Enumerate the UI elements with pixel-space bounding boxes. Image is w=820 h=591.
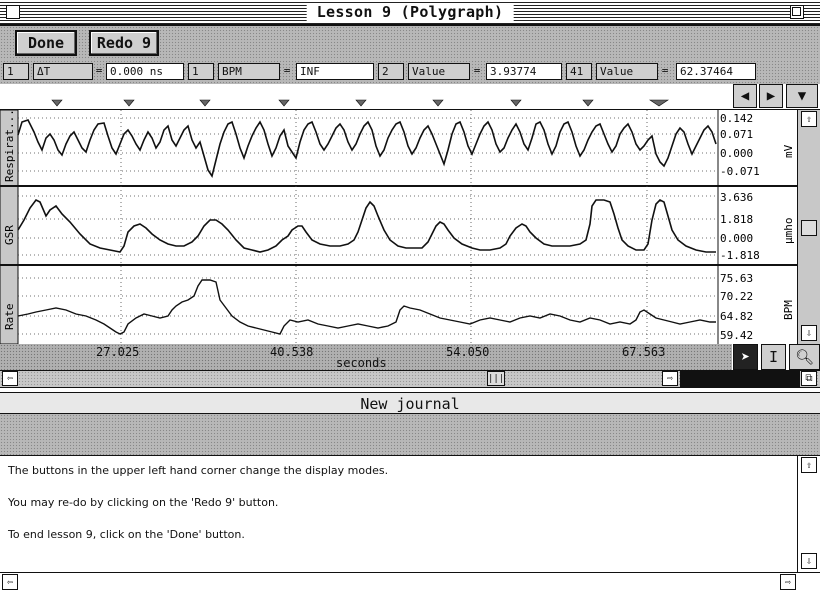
- title-bar[interactable]: Lesson 9 (Polygraph): [0, 0, 820, 26]
- channel-label-gsr: GSR: [3, 225, 16, 245]
- measurement-channel-4[interactable]: 41: [566, 63, 592, 80]
- measurement-channel-3[interactable]: 2: [378, 63, 404, 80]
- tick-rate-0: 75.63: [720, 272, 753, 285]
- journal-vertical-scrollbar[interactable]: ⇧ ⇩: [797, 456, 820, 572]
- done-button[interactable]: Done: [15, 30, 77, 56]
- respiration-trace: [17, 119, 717, 178]
- scroll-left-icon[interactable]: ⇦: [2, 574, 18, 590]
- channel-label-respiration: Respirat...: [3, 110, 16, 182]
- measurement-channel-1[interactable]: 1: [3, 63, 29, 80]
- i-beam-icon[interactable]: I: [761, 344, 786, 370]
- event-markers[interactable]: [0, 84, 730, 110]
- dark-panel: [680, 371, 800, 387]
- measurement-value-1: 0.000 ns: [106, 63, 184, 80]
- unit-rate: BPM: [782, 300, 795, 320]
- equals-sign: =: [473, 64, 481, 77]
- tick-rate-3: 59.42: [720, 329, 753, 342]
- journal-line-3: To end lesson 9, click on the 'Done' but…: [8, 528, 245, 541]
- tick-rate-2: 64.82: [720, 310, 753, 323]
- tick-gsr-0: 3.636: [720, 191, 753, 204]
- equals-sign: =: [661, 64, 669, 77]
- scroll-thumb[interactable]: |||: [487, 371, 505, 386]
- tick-resp-1: 0.071: [720, 128, 753, 141]
- x-tick-2: 54.050: [446, 345, 490, 359]
- journal-title: New journal: [0, 392, 820, 414]
- tick-resp-2: 0.000: [720, 147, 753, 160]
- tick-rate-1: 70.22: [720, 290, 753, 303]
- measurement-type-3[interactable]: Value: [408, 63, 470, 80]
- close-box-icon[interactable]: [6, 5, 20, 19]
- measurement-type-4[interactable]: Value: [596, 63, 658, 80]
- scroll-right-icon[interactable]: ⇨: [662, 371, 678, 386]
- gsr-trace: [17, 198, 716, 253]
- scroll-down-icon[interactable]: ⇩: [801, 325, 817, 341]
- x-tick-3: 67.563: [622, 345, 666, 359]
- tick-resp-3: -0.071: [720, 165, 760, 178]
- equals-sign: =: [95, 64, 103, 77]
- journal-horizontal-scrollbar[interactable]: ⇦ ⇨: [0, 572, 820, 591]
- tick-gsr-2: 0.000: [720, 232, 753, 245]
- measurement-type-1[interactable]: ΔT: [33, 63, 93, 80]
- x-axis-label: seconds: [336, 356, 387, 370]
- journal-line-1: The buttons in the upper left hand corne…: [8, 464, 389, 477]
- zoom-box-icon[interactable]: [790, 5, 804, 19]
- measurement-value-3: 3.93774: [486, 63, 562, 80]
- journal-line-2: You may re-do by clicking on the 'Redo 9…: [8, 496, 279, 509]
- marker-bar[interactable]: [0, 84, 820, 110]
- unit-respiration: mV: [782, 144, 795, 158]
- scroll-up-icon[interactable]: ⇧: [801, 457, 817, 473]
- scroll-left-icon[interactable]: ⇦: [2, 371, 18, 386]
- scroll-up-icon[interactable]: ⇧: [801, 111, 817, 127]
- journal-toolbar: [0, 414, 820, 456]
- resize-icon[interactable]: ⧉: [801, 371, 817, 386]
- left-arrow-icon[interactable]: ◀: [733, 84, 757, 108]
- polygraph-plot[interactable]: Respirat... GSR Rate 0.142 0.071 0.000 -…: [0, 110, 797, 344]
- arrow-pointer-icon[interactable]: ➤: [733, 344, 758, 370]
- measurement-bar: 1 ΔT = 0.000 ns 1 BPM = INF 2 Value = 3.…: [0, 60, 820, 84]
- channel-label-rate: Rate: [3, 304, 16, 331]
- measurement-value-4: 62.37464: [676, 63, 756, 80]
- plot-vertical-scrollbar[interactable]: ⇧ ⇩: [797, 110, 820, 344]
- scroll-thumb[interactable]: [801, 220, 817, 236]
- window-title: Lesson 9 (Polygraph): [306, 3, 514, 21]
- equals-sign: =: [283, 64, 291, 77]
- measurement-value-2: INF: [296, 63, 374, 80]
- right-arrow-icon[interactable]: ▶: [759, 84, 783, 108]
- down-arrow-icon[interactable]: ▼: [786, 84, 818, 108]
- toolbar: Done Redo 9: [0, 26, 820, 60]
- journal-text-area[interactable]: The buttons in the upper left hand corne…: [0, 456, 797, 572]
- scroll-right-icon[interactable]: ⇨: [780, 574, 796, 590]
- x-axis-bar: 27.025 40.538 54.050 67.563 seconds: [0, 344, 732, 370]
- x-tick-1: 40.538: [270, 345, 314, 359]
- tick-resp-0: 0.142: [720, 112, 753, 125]
- measurement-type-2[interactable]: BPM: [218, 63, 280, 80]
- tick-gsr-3: -1.818: [720, 249, 760, 262]
- plot-horizontal-scrollbar[interactable]: ⇦ ||| ⇨ ⧉: [0, 370, 820, 388]
- magnifier-icon[interactable]: 🔍︎: [789, 344, 820, 370]
- scroll-down-icon[interactable]: ⇩: [801, 553, 817, 569]
- unit-gsr: µmho: [782, 218, 795, 245]
- redo-button[interactable]: Redo 9: [89, 30, 159, 56]
- x-tick-0: 27.025: [96, 345, 140, 359]
- rate-trace: [17, 279, 716, 335]
- measurement-channel-2[interactable]: 1: [188, 63, 214, 80]
- tick-gsr-1: 1.818: [720, 213, 753, 226]
